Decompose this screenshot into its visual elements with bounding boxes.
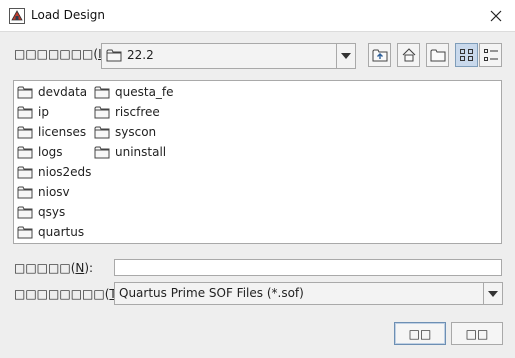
folder-icon [17,206,33,219]
folder-icon [17,186,33,199]
folder-icon [94,146,110,159]
look-in-selected: 22.2 [106,48,154,62]
look-in-combo[interactable]: 22.2 [101,43,356,69]
file-type-combo[interactable]: Quartus Prime SOF Files (*.sof) [114,282,503,305]
cancel-button[interactable]: □□ [451,322,503,345]
file-name: questa_fe [115,85,174,99]
folder-icon [17,226,33,239]
folder-icon [17,146,33,159]
file-name: uninstall [115,145,167,159]
look-in-value: 22.2 [127,48,154,62]
look-in-dropdown-button[interactable] [336,44,355,68]
home-icon [402,48,415,62]
folder-icon [17,166,33,179]
file-name: logs [38,145,63,159]
ok-button[interactable]: □□ [394,322,446,345]
folder-icon [94,106,110,119]
home-button[interactable] [397,43,420,67]
file-name: nios2eds [38,165,92,179]
up-one-level-icon [372,49,387,62]
list-item[interactable]: quartus [17,223,84,241]
list-item[interactable]: logs [17,143,63,161]
file-name: syscon [115,125,157,139]
file-type-dropdown-button[interactable] [483,283,502,304]
file-name: devdata [38,85,88,99]
list-item[interactable]: niosv [17,183,70,201]
list-item[interactable]: ip [17,103,49,121]
close-button[interactable] [485,6,507,26]
folder-icon [17,86,33,99]
list-item[interactable]: devdata [17,83,87,101]
list-item[interactable]: syscon [94,123,156,141]
title-bar: Load Design [0,0,515,32]
details-view-icon [483,49,498,61]
folder-icon [106,49,122,62]
file-name: licenses [38,125,87,139]
list-view-icon [459,49,473,61]
list-item[interactable]: nios2eds [17,163,91,181]
new-folder-button[interactable] [426,43,449,67]
file-name: qsys [38,205,66,219]
file-list[interactable]: devdata ip licenses logs nios2eds niosv qsys qu… [13,80,502,244]
list-view-button[interactable] [455,43,478,67]
list-item[interactable]: uninstall [94,143,166,161]
folder-icon [94,86,110,99]
app-icon [9,8,25,24]
file-name: riscfree [115,105,160,119]
list-item[interactable]: questa_fe [94,83,174,101]
folder-icon [94,126,110,139]
window-title: Load Design [31,8,106,22]
file-type-value: Quartus Prime SOF Files (*.sof) [119,286,304,300]
list-item[interactable]: riscfree [94,103,160,121]
file-name: ip [38,105,49,119]
close-icon [490,10,502,22]
chevron-down-icon [488,290,498,297]
file-type-label: □□□□□□□□(T): [14,287,125,301]
list-item[interactable]: licenses [17,123,86,141]
file-name: niosv [38,185,70,199]
look-in-label: □□□□□□□(I): [14,47,110,61]
details-view-button[interactable] [479,43,502,67]
file-name-label: □□□□□(N): [14,261,94,275]
folder-icon [17,106,33,119]
file-name-input[interactable] [114,259,502,276]
folder-icon [17,126,33,139]
list-item[interactable]: qsys [17,203,65,221]
file-name: quartus [38,225,85,239]
chevron-down-icon [341,53,351,59]
new-folder-icon [430,49,445,62]
up-one-level-button[interactable] [368,43,391,67]
